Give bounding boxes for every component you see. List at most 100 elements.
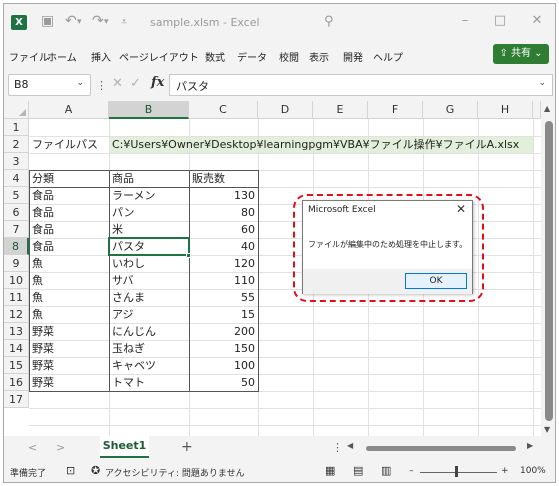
close-button[interactable]: ✕ [527, 13, 547, 28]
enter-icon[interactable]: ✓ [130, 76, 141, 91]
share-button[interactable]: ⇪ 共有 ⌄ [493, 44, 549, 64]
formula-input[interactable]: パスタ ⌄ [169, 74, 553, 96]
tab-page-layout[interactable]: ページレイアウト [119, 49, 199, 64]
share-icon: ⇪ [499, 48, 511, 59]
row-header[interactable]: 2 [4, 136, 29, 153]
row-header[interactable]: 8 [4, 238, 29, 255]
undo-icon[interactable]: ↶ [65, 13, 77, 29]
chevron-down-icon[interactable]: ⌄ [76, 78, 84, 88]
row-header[interactable]: 11 [4, 289, 29, 306]
page-layout-view-icon[interactable]: ▤ [353, 464, 363, 477]
column-header[interactable]: C [189, 101, 258, 119]
tab-file[interactable]: ファイル [9, 49, 49, 64]
zoom-slider-thumb[interactable] [455, 466, 458, 477]
row-header[interactable]: 5 [4, 187, 29, 204]
gridline [29, 408, 541, 409]
ribbon-tabs: ファイル ホーム 挿入 ページレイアウト 数式 データ 校閲 表示 開発 ヘルプ… [4, 42, 555, 68]
row-header[interactable]: 15 [4, 357, 29, 374]
column-header[interactable]: G [423, 101, 478, 119]
undo-dropdown-icon[interactable]: ▾ [77, 17, 82, 27]
add-sheet-button[interactable]: + [181, 439, 193, 455]
expand-formula-icon[interactable]: ⌄ [538, 78, 546, 88]
row-header[interactable]: 12 [4, 306, 29, 323]
column-header[interactable]: A [29, 101, 109, 119]
search-icon[interactable]: ⚲ [324, 14, 334, 29]
scroll-up-icon[interactable]: ▲ [544, 104, 550, 113]
column-header[interactable]: H [478, 101, 533, 119]
tab-review[interactable]: 校閲 [279, 49, 299, 64]
save-icon[interactable]: ▣ [41, 13, 54, 29]
row-header[interactable]: 14 [4, 340, 29, 357]
formula-bar: B8 ⌄ ⋮ ✕ ✓ fx パスタ ⌄ [4, 68, 555, 101]
active-cell-selection[interactable] [108, 237, 190, 256]
vertical-scrollbar[interactable]: ▲ ▼ [541, 101, 555, 436]
row-header[interactable]: 10 [4, 272, 29, 289]
fill-handle[interactable] [186, 253, 191, 258]
column-header[interactable]: F [368, 101, 423, 119]
column-header[interactable] [533, 101, 541, 119]
row-header[interactable]: 17 [4, 391, 29, 408]
redo-icon[interactable]: ↷ [92, 13, 104, 29]
cell-b2[interactable]: C:¥Users¥Owner¥Desktop¥learningpgm¥VBA¥フ… [109, 136, 533, 153]
tab-developer[interactable]: 開発 [343, 49, 363, 64]
zoom-out-button[interactable]: – [409, 466, 414, 476]
normal-view-icon[interactable]: ▦ [325, 464, 335, 477]
table-border [109, 170, 110, 392]
prev-sheet-icon[interactable]: < [28, 441, 37, 454]
window-title: sample.xlsm - Excel [150, 16, 260, 29]
cell-a2[interactable]: ファイルパス [29, 136, 109, 153]
tab-help[interactable]: ヘルプ [373, 49, 403, 64]
row-header[interactable]: 4 [4, 170, 29, 187]
excel-logo-icon: X [11, 15, 27, 30]
scrollbar-thumb[interactable] [545, 121, 553, 421]
horizontal-scrollbar[interactable] [354, 446, 534, 451]
formula-value: パスタ [176, 80, 209, 93]
zoom-level[interactable]: 100% [520, 466, 546, 476]
page-break-view-icon[interactable]: ▥ [381, 464, 391, 477]
scroll-down-icon[interactable]: ▼ [544, 425, 550, 434]
name-box[interactable]: B8 ⌄ [8, 74, 91, 96]
select-all-button[interactable] [4, 101, 29, 119]
row-header[interactable]: 9 [4, 255, 29, 272]
customize-icon[interactable]: ⩡ [121, 15, 127, 29]
column-header[interactable]: B [109, 101, 189, 119]
insert-function-button[interactable]: fx [151, 75, 164, 90]
sheet-tab-bar: < > Sheet1 + ⋮ ◀ ▶ [4, 436, 555, 460]
column-header[interactable]: E [313, 101, 368, 119]
more-icon[interactable]: ⋮ [96, 79, 107, 92]
tab-data[interactable]: データ [237, 49, 267, 64]
accessibility-icon[interactable]: ✪ [91, 464, 100, 477]
zoom-in-button[interactable]: + [501, 466, 509, 476]
accessibility-status[interactable]: アクセシビリティ: 問題ありません [105, 466, 245, 479]
next-sheet-icon[interactable]: > [56, 441, 65, 454]
gridline [29, 425, 541, 426]
row-header[interactable]: 16 [4, 374, 29, 391]
row-header[interactable]: 13 [4, 323, 29, 340]
share-label: 共有 [511, 48, 531, 59]
maximize-button[interactable]: □ [490, 13, 510, 28]
row-header[interactable]: 7 [4, 221, 29, 238]
tab-formulas[interactable]: 数式 [205, 49, 225, 64]
row-header[interactable]: 3 [4, 153, 29, 170]
tab-view[interactable]: 表示 [309, 49, 329, 64]
table-border [29, 170, 259, 392]
macro-record-icon[interactable]: ⊡ [66, 464, 75, 477]
scroll-right-icon[interactable]: ▶ [527, 441, 533, 450]
zoom-slider[interactable] [420, 472, 497, 473]
scroll-left-icon[interactable]: ◀ [347, 441, 353, 450]
tab-home[interactable]: ホーム [47, 49, 77, 64]
column-header[interactable]: D [258, 101, 313, 119]
tab-insert[interactable]: 挿入 [91, 49, 111, 64]
sheet-tab[interactable]: Sheet1 [100, 436, 149, 458]
gridline [29, 153, 541, 154]
status-ready: 準備完了 [10, 469, 47, 479]
more-icon[interactable]: ⋮ [332, 441, 343, 454]
redo-dropdown-icon[interactable]: ▾ [104, 17, 109, 27]
cancel-icon[interactable]: ✕ [112, 76, 123, 91]
row-header[interactable]: 6 [4, 204, 29, 221]
minimize-button[interactable]: – [455, 13, 475, 28]
scrollbar-thumb[interactable] [366, 446, 516, 451]
table-border [29, 187, 259, 188]
row-header[interactable]: 1 [4, 119, 29, 136]
gridline [533, 119, 534, 436]
